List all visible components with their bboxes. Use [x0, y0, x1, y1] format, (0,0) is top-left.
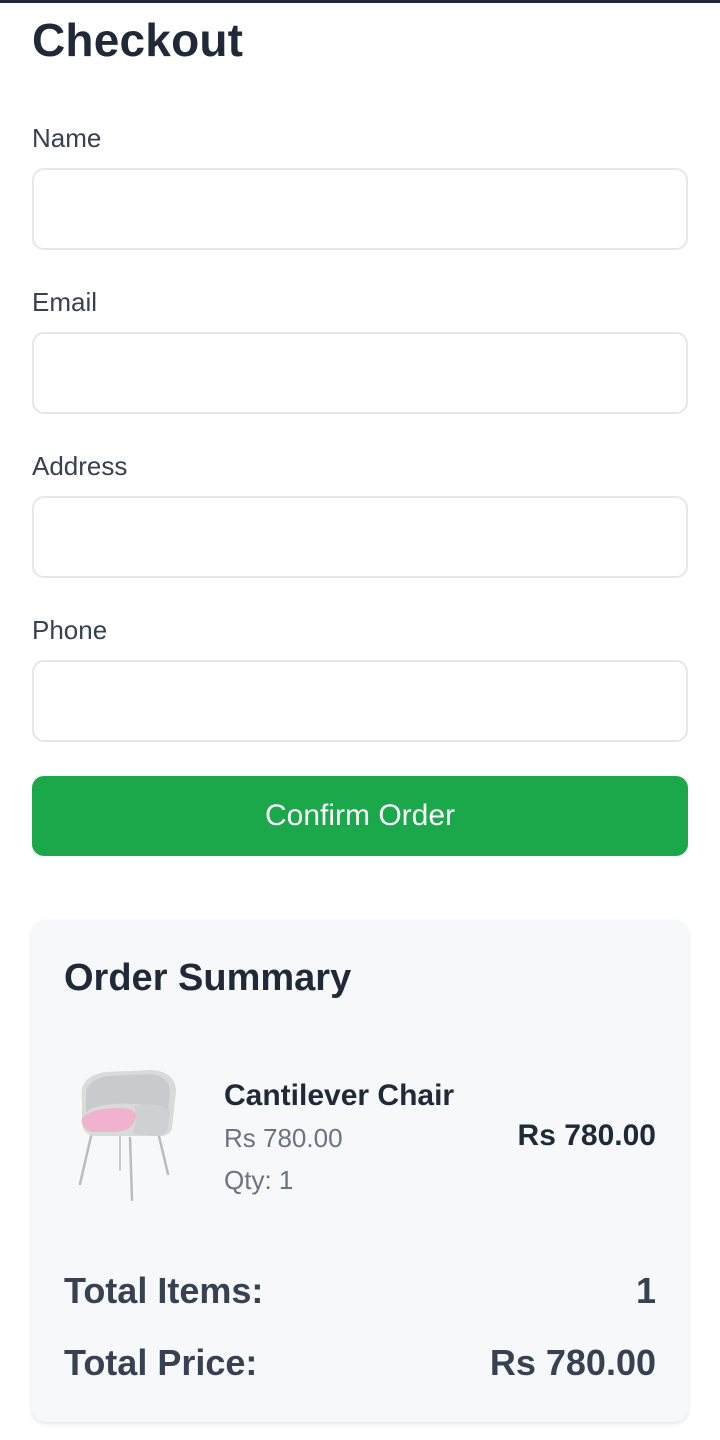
item-name: Cantilever Chair	[224, 1079, 455, 1112]
address-label: Address	[32, 451, 128, 481]
qty-label: Qty:	[224, 1165, 272, 1195]
total-price-label: Total Price:	[64, 1342, 258, 1383]
total-price-value: Rs 780.00	[489, 1342, 656, 1383]
phone-label: Phone	[32, 615, 108, 645]
name-input[interactable]	[32, 168, 688, 250]
item-quantity: Qty: 1	[224, 1164, 293, 1196]
total-items-value: 1	[635, 1270, 656, 1311]
order-summary-card: Order Summary Cantilever Chair Rs 780.00…	[32, 920, 688, 1422]
item-unit-price: Rs 780.00	[224, 1123, 343, 1153]
confirm-order-button[interactable]: Confirm Order	[32, 776, 688, 856]
total-items-label: Total Items:	[64, 1270, 264, 1311]
email-input[interactable]	[32, 332, 688, 414]
email-label: Email	[32, 287, 98, 317]
page-title: Checkout	[32, 14, 244, 66]
order-summary-title: Order Summary	[64, 957, 352, 999]
address-input[interactable]	[32, 496, 688, 578]
item-line-total: Rs 780.00	[517, 1119, 656, 1152]
chair-image	[78, 1070, 176, 1202]
name-label: Name	[32, 123, 102, 153]
qty-value: 1	[278, 1165, 294, 1195]
top-divider	[0, 0, 720, 3]
phone-input[interactable]	[32, 660, 688, 742]
